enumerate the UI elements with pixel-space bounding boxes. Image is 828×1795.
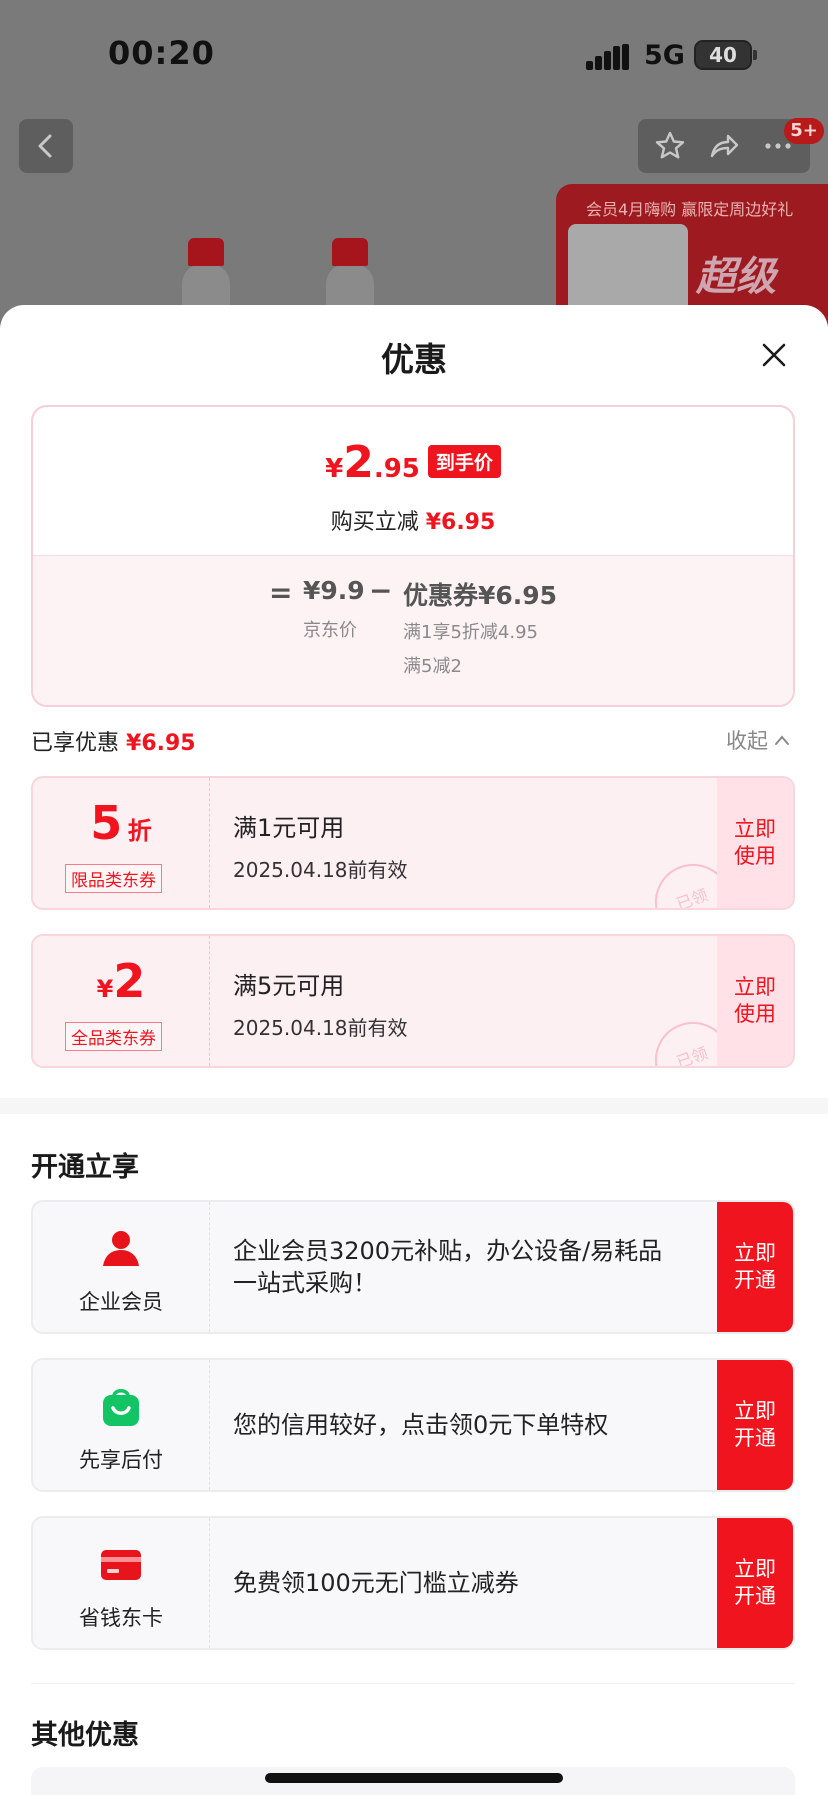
coupon-sum: 优惠券¥6.95 bbox=[403, 581, 558, 610]
benefit-description: 企业会员3200元补贴，办公设备/易耗品一站式采购！ bbox=[233, 1236, 663, 1297]
enjoyed-discount: 已享优惠 ¥6.95 bbox=[31, 725, 196, 757]
price-currency: ¥ bbox=[325, 454, 344, 484]
price-decimal: .95 bbox=[373, 454, 420, 484]
benefit-card: 省钱东卡 免费领100元无门槛立减券 立即 开通 bbox=[31, 1516, 795, 1650]
section-divider bbox=[31, 1683, 795, 1684]
benefit-description: 您的信用较好，点击领0元下单特权 bbox=[233, 1410, 609, 1439]
sheet-title: 优惠 bbox=[381, 340, 447, 379]
coupon-card: 5 折 限品类东券 满1元可用 2025.04.18前有效 已领 立即 使用 bbox=[31, 776, 795, 910]
clock: 00:20 bbox=[108, 34, 215, 72]
user-icon bbox=[103, 1231, 139, 1266]
final-price-section: ¥2.95 到手价 购买立减 ¥6.95 bbox=[33, 407, 793, 555]
open-now-label: 立即 开通 bbox=[734, 1556, 776, 1608]
share-icon[interactable] bbox=[708, 130, 740, 162]
signal-icon bbox=[586, 44, 630, 70]
open-now-button[interactable]: 立即 开通 bbox=[717, 1360, 793, 1490]
battery-level: 40 bbox=[709, 43, 737, 67]
open-now-button[interactable]: 立即 开通 bbox=[717, 1518, 793, 1648]
final-price: ¥2.95 到手价 bbox=[33, 437, 793, 488]
battery-icon: 40 bbox=[694, 40, 752, 70]
open-now-button[interactable]: 立即 开通 bbox=[717, 1202, 793, 1332]
benefit-identity: 省钱东卡 bbox=[33, 1518, 210, 1648]
benefit-name: 企业会员 bbox=[79, 1290, 163, 1314]
promo-title: 会员4月嗨购 赢限定周边好礼 bbox=[586, 200, 794, 219]
coupon-value-unit: 折 bbox=[127, 817, 152, 845]
use-now-label: 立即 使用 bbox=[734, 974, 776, 1026]
use-now-button[interactable]: 立即 使用 bbox=[717, 778, 793, 908]
card-icon bbox=[101, 1550, 141, 1580]
benefit-card: 先享后付 您的信用较好，点击领0元下单特权 立即 开通 bbox=[31, 1358, 795, 1492]
reduce-line: 购买立减 ¥6.95 bbox=[33, 504, 793, 536]
coupon-value-area: 5 折 限品类东券 bbox=[33, 778, 210, 908]
coupon-card: ¥2 全品类东券 满5元可用 2025.04.18前有效 已领 立即 使用 bbox=[31, 934, 795, 1068]
battery-tip bbox=[753, 50, 757, 60]
coupon-value-area: ¥2 全品类东券 bbox=[33, 936, 210, 1066]
home-indicator[interactable] bbox=[265, 1773, 563, 1783]
price-integer: 2 bbox=[343, 437, 374, 488]
coupon-value: 5 折 bbox=[33, 796, 209, 850]
discount-sheet: 优惠 ¥2.95 到手价 购买立减 ¥6.95 = ¥9.9 京东价 − 优惠券¥… bbox=[0, 305, 828, 1795]
benefit-identity: 企业会员 bbox=[33, 1202, 210, 1332]
open-section-title: 开通立享 bbox=[31, 1152, 139, 1183]
jd-price: ¥9.9 bbox=[303, 576, 365, 605]
enjoyed-label: 已享优惠 bbox=[31, 731, 120, 756]
benefit-name: 省钱东卡 bbox=[79, 1606, 163, 1630]
coupon-value-number: 2 bbox=[113, 954, 146, 1008]
star-icon[interactable] bbox=[654, 130, 686, 162]
coupon-value-number: 5 bbox=[90, 796, 123, 850]
coupon-condition: 满5元可用 bbox=[233, 972, 345, 1000]
coupon-condition: 满1元可用 bbox=[233, 814, 345, 842]
collapse-label: 收起 bbox=[726, 729, 768, 753]
close-icon bbox=[762, 343, 786, 367]
final-price-card: ¥2.95 到手价 购买立减 ¥6.95 = ¥9.9 京东价 − 优惠券¥6.9… bbox=[31, 405, 795, 707]
coupon-prefix: ¥ bbox=[96, 975, 114, 1003]
collapse-button[interactable]: 收起 bbox=[726, 725, 790, 755]
open-now-label: 立即 开通 bbox=[734, 1240, 776, 1292]
chevron-left-icon bbox=[38, 134, 52, 158]
promo-banner[interactable]: 会员4月嗨购 赢限定周边好礼 超级18 bbox=[556, 184, 828, 324]
benefit-card: 企业会员 企业会员3200元补贴，办公设备/易耗品一站式采购！ 立即 开通 bbox=[31, 1200, 795, 1334]
price-breakdown: = ¥9.9 京东价 − 优惠券¥6.95 满1享5折减4.95 满5减2 bbox=[33, 555, 793, 705]
message-badge: 5+ bbox=[784, 118, 824, 144]
close-button[interactable] bbox=[757, 338, 791, 372]
coupon-validity: 2025.04.18前有效 bbox=[233, 1016, 408, 1040]
final-price-tag: 到手价 bbox=[427, 445, 501, 478]
minus-sign: − bbox=[369, 574, 393, 607]
coupon-rule: 满5减2 bbox=[403, 656, 462, 677]
jd-price-label: 京东价 bbox=[303, 620, 357, 641]
reduce-label: 购买立减 bbox=[330, 510, 419, 535]
benefit-description: 免费领100元无门槛立减券 bbox=[233, 1568, 519, 1597]
coupon-validity: 2025.04.18前有效 bbox=[233, 858, 408, 882]
shopping-bag-icon bbox=[103, 1389, 139, 1426]
section-divider bbox=[0, 1098, 828, 1114]
status-bar: 00:20 5G 40 bbox=[0, 0, 828, 110]
back-button[interactable] bbox=[19, 119, 73, 173]
equals-sign: = bbox=[269, 576, 293, 609]
benefit-identity: 先享后付 bbox=[33, 1360, 210, 1490]
reduce-value: ¥6.95 bbox=[425, 510, 496, 535]
enjoyed-value: ¥6.95 bbox=[126, 731, 196, 756]
chevron-up-icon bbox=[775, 735, 789, 745]
other-section-title: 其他优惠 bbox=[31, 1720, 139, 1751]
coupon-type: 全品类东券 bbox=[65, 1022, 162, 1051]
coupon-rule: 满1享5折减4.95 bbox=[403, 622, 538, 643]
coupon-type: 限品类东券 bbox=[65, 864, 162, 893]
open-now-label: 立即 开通 bbox=[734, 1398, 776, 1450]
use-now-label: 立即 使用 bbox=[734, 816, 776, 868]
benefit-name: 先享后付 bbox=[79, 1448, 163, 1472]
use-now-button[interactable]: 立即 使用 bbox=[717, 936, 793, 1066]
coupon-value: ¥2 bbox=[33, 954, 209, 1008]
network-type: 5G bbox=[644, 40, 685, 71]
